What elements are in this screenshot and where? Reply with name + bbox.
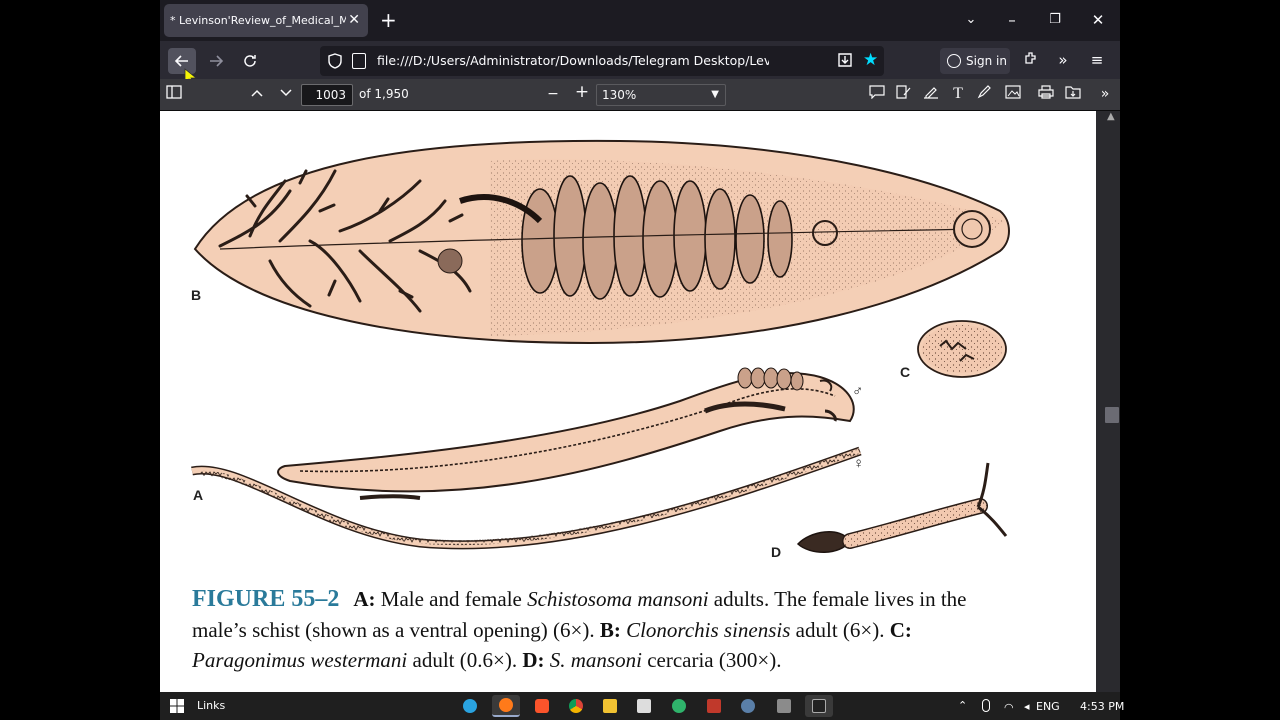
figure-label: FIGURE 55–2: [192, 586, 340, 612]
chrome-taskbar-icon[interactable]: [562, 695, 590, 717]
reload-button[interactable]: [236, 48, 264, 74]
caption-a-text: Male and female: [375, 587, 528, 611]
bookmark-star-icon[interactable]: ★: [863, 50, 878, 70]
links-toolbar[interactable]: Links: [197, 699, 225, 712]
caption-b-text: adult (6×).: [790, 617, 890, 642]
caption-d-label: D:: [522, 648, 545, 672]
navigation-toolbar: file:///D:/Users/Administrator/Downloads…: [160, 41, 1120, 91]
url-text[interactable]: file:///D:/Users/Administrator/Downloads…: [377, 53, 769, 68]
pdf-page: B C A D ♂ ♀ FIGURE 55–2 A: Male and femal…: [160, 111, 1096, 692]
sidebar-toggle-icon[interactable]: [164, 85, 184, 104]
minimize-button[interactable]: –: [1000, 10, 1024, 30]
sign-in-label: Sign in: [966, 54, 1007, 68]
clock[interactable]: 4:53 PM: [1080, 700, 1124, 713]
forward-arrow-icon: [210, 55, 224, 67]
wifi-icon[interactable]: ◠: [1004, 701, 1014, 714]
zoom-value: 130%: [602, 88, 637, 102]
cercaria-drawing: [796, 462, 1008, 553]
store-taskbar-icon[interactable]: [630, 695, 658, 717]
chevron-down-icon: ▼: [711, 89, 719, 100]
caption-c-text: adult (0.6×).: [407, 648, 523, 672]
page-count: of 1,950: [359, 87, 409, 101]
highlight-icon[interactable]: [921, 85, 941, 104]
schistosoma-pair-drawing: [191, 367, 862, 550]
print-icon[interactable]: [1036, 85, 1056, 104]
next-page-icon[interactable]: [276, 85, 296, 103]
reload-icon: [244, 55, 256, 67]
caption-a-label: A:: [353, 587, 376, 611]
brave-taskbar-icon[interactable]: [528, 695, 556, 717]
paragonimus-adult-drawing: [917, 320, 1007, 378]
add-image-icon[interactable]: [1003, 85, 1023, 104]
vertical-scrollbar[interactable]: ▲: [1096, 111, 1120, 692]
male-symbol: ♂: [852, 383, 864, 400]
more-tools-chevron-icon[interactable]: »: [1052, 50, 1074, 70]
pdf-toolbar: 1003 of 1,950 − + 130% ▼ T »: [160, 79, 1120, 111]
figure-caption: FIGURE 55–2 A: Male and female Schistosom…: [192, 584, 1022, 676]
tab-strip: * Levinson'Review_of_Medical_Micro ✕ + ⌄…: [160, 0, 1120, 41]
os-taskbar: Links ⌃ ◠ ◂ ENG 4:53 PM: [160, 692, 1124, 720]
tab-title: * Levinson'Review_of_Medical_Micro: [170, 14, 346, 27]
volume-icon[interactable]: ◂: [1024, 700, 1030, 713]
page-info-icon[interactable]: [352, 53, 366, 69]
page-number-input[interactable]: 1003: [301, 84, 353, 106]
game-app-taskbar-icon[interactable]: [700, 695, 728, 717]
caption-d-text: cercaria (300×).: [641, 648, 782, 672]
forward-button[interactable]: [202, 48, 230, 74]
steam-taskbar-icon[interactable]: [734, 695, 762, 717]
zoom-out-icon[interactable]: −: [543, 85, 563, 103]
firefox-taskbar-icon[interactable]: [492, 695, 520, 717]
text-tool-icon[interactable]: T: [948, 85, 968, 103]
scrollbar-thumb[interactable]: [1105, 407, 1119, 423]
menu-hamburger-icon[interactable]: ≡: [1086, 50, 1108, 70]
tab-pdf-document[interactable]: * Levinson'Review_of_Medical_Micro ✕: [164, 4, 368, 37]
pdf-viewer[interactable]: B C A D ♂ ♀ FIGURE 55–2 A: Male and femal…: [160, 111, 1120, 692]
panel-label-b: B: [191, 287, 202, 303]
tab-close-icon[interactable]: ✕: [348, 12, 360, 28]
save-pdf-icon[interactable]: [1063, 85, 1083, 104]
back-arrow-icon: [174, 55, 188, 67]
panel-label-c: C: [900, 364, 911, 380]
clonorchis-adult-drawing: [193, 139, 1010, 345]
extensions-icon[interactable]: [1020, 50, 1042, 71]
new-tab-button[interactable]: +: [380, 10, 397, 30]
terminal-taskbar-icon[interactable]: [805, 695, 833, 717]
microphone-icon[interactable]: [982, 699, 990, 712]
parasite-illustration: [191, 139, 1010, 553]
caption-d-species: S. mansoni: [544, 648, 642, 672]
close-window-button[interactable]: ✕: [1086, 10, 1110, 30]
caption-c-species: Paragonimus westermani: [192, 648, 408, 672]
scroll-up-icon[interactable]: ▲: [1107, 111, 1115, 122]
shield-icon[interactable]: [326, 52, 344, 70]
file-explorer-taskbar-icon[interactable]: [596, 695, 624, 717]
caption-b-label: B:: [599, 617, 621, 642]
sign-in-button[interactable]: Sign in: [940, 48, 1010, 74]
caption-b-species: Clonorchis sinensis: [620, 617, 791, 642]
zoom-in-icon[interactable]: +: [572, 83, 592, 101]
telegram-taskbar-icon[interactable]: [456, 695, 484, 717]
edit-signature-icon[interactable]: [894, 85, 914, 104]
url-bar[interactable]: file:///D:/Users/Administrator/Downloads…: [320, 46, 884, 76]
tools-overflow-icon[interactable]: »: [1095, 85, 1115, 103]
caption-a-species: Schistosoma mansoni: [527, 587, 709, 611]
caption-c-label: C:: [889, 617, 912, 642]
list-all-tabs-icon[interactable]: ⌄: [959, 10, 983, 30]
female-symbol: ♀: [853, 455, 865, 472]
language-indicator[interactable]: ENG: [1036, 700, 1060, 713]
zoom-select[interactable]: 130% ▼: [596, 84, 726, 106]
edge-taskbar-icon[interactable]: [665, 695, 693, 717]
restore-button[interactable]: ❐: [1043, 10, 1067, 30]
comment-icon[interactable]: [867, 85, 887, 104]
draw-icon[interactable]: [975, 85, 995, 104]
panel-label-d: D: [771, 544, 782, 560]
previous-page-icon[interactable]: [247, 85, 267, 103]
show-hidden-icons-icon[interactable]: ⌃: [958, 699, 967, 712]
save-to-pocket-icon[interactable]: [837, 52, 853, 68]
windows-start-icon[interactable]: [170, 699, 184, 713]
browser-window: * Levinson'Review_of_Medical_Micro ✕ + ⌄…: [160, 0, 1120, 692]
account-icon: [947, 54, 961, 68]
panel-label-a: A: [193, 487, 204, 503]
app-taskbar-icon[interactable]: [770, 695, 798, 717]
